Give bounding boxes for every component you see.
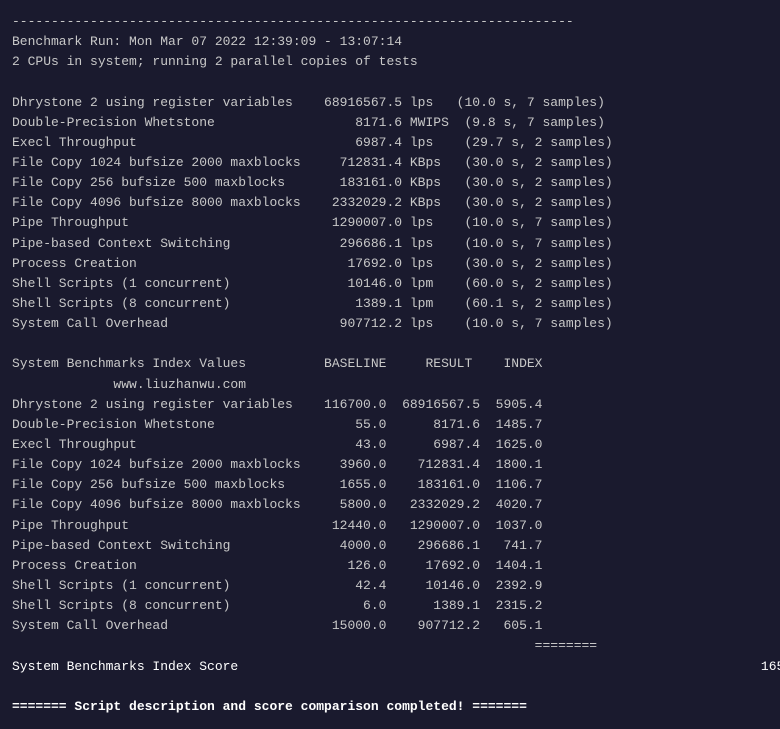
perf-row: Dhrystone 2 using register variables 689… (12, 93, 768, 113)
perf-row: System Call Overhead 907712.2 lps (10.0 … (12, 314, 768, 334)
index-row: Execl Throughput 43.0 6987.4 1625.0 (12, 435, 768, 455)
index-row: File Copy 256 bufsize 500 maxblocks 1655… (12, 475, 768, 495)
blank-2 (12, 334, 768, 354)
footer-line: ======= Script description and score com… (12, 697, 768, 717)
perf-row: Shell Scripts (1 concurrent) 10146.0 lpm… (12, 274, 768, 294)
terminal-window: ----------------------------------------… (12, 8, 768, 721)
equals-line: ======== (12, 636, 768, 656)
perf-row: Pipe-based Context Switching 296686.1 lp… (12, 234, 768, 254)
index-row: File Copy 4096 bufsize 8000 maxblocks 58… (12, 495, 768, 515)
perf-row: File Copy 1024 bufsize 2000 maxblocks 71… (12, 153, 768, 173)
perf-row: File Copy 4096 bufsize 8000 maxblocks 23… (12, 193, 768, 213)
index-row: System Call Overhead 15000.0 907712.2 60… (12, 616, 768, 636)
perf-row: File Copy 256 bufsize 500 maxblocks 1831… (12, 173, 768, 193)
blank-3 (12, 677, 768, 697)
perf-row: Process Creation 17692.0 lps (30.0 s, 2 … (12, 254, 768, 274)
index-rows: Dhrystone 2 using register variables 116… (12, 395, 768, 637)
index-row: Process Creation 126.0 17692.0 1404.1 (12, 556, 768, 576)
index-row: File Copy 1024 bufsize 2000 maxblocks 39… (12, 455, 768, 475)
perf-row: Double-Precision Whetstone 8171.6 MWIPS … (12, 113, 768, 133)
perf-row: Pipe Throughput 1290007.0 lps (10.0 s, 7… (12, 213, 768, 233)
perf-row: Shell Scripts (8 concurrent) 1389.1 lpm … (12, 294, 768, 314)
cpu-info-line: 2 CPUs in system; running 2 parallel cop… (12, 52, 768, 72)
index-header-line: System Benchmarks Index Values BASELINE … (12, 354, 768, 374)
index-row: Pipe Throughput 12440.0 1290007.0 1037.0 (12, 516, 768, 536)
perf-row: Execl Throughput 6987.4 lps (29.7 s, 2 s… (12, 133, 768, 153)
watermark-line: www.liuzhanwu.com (12, 375, 768, 395)
index-header-text: System Benchmarks Index Values BASELINE … (12, 356, 543, 371)
index-row: Shell Scripts (1 concurrent) 42.4 10146.… (12, 576, 768, 596)
index-row: Pipe-based Context Switching 4000.0 2966… (12, 536, 768, 556)
blank-1 (12, 72, 768, 92)
benchmark-run-line: Benchmark Run: Mon Mar 07 2022 12:39:09 … (12, 32, 768, 52)
separator-top: ----------------------------------------… (12, 12, 768, 32)
index-row: Double-Precision Whetstone 55.0 8171.6 1… (12, 415, 768, 435)
perf-rows: Dhrystone 2 using register variables 689… (12, 93, 768, 335)
index-row: Dhrystone 2 using register variables 116… (12, 395, 768, 415)
index-row: Shell Scripts (8 concurrent) 6.0 1389.1 … (12, 596, 768, 616)
